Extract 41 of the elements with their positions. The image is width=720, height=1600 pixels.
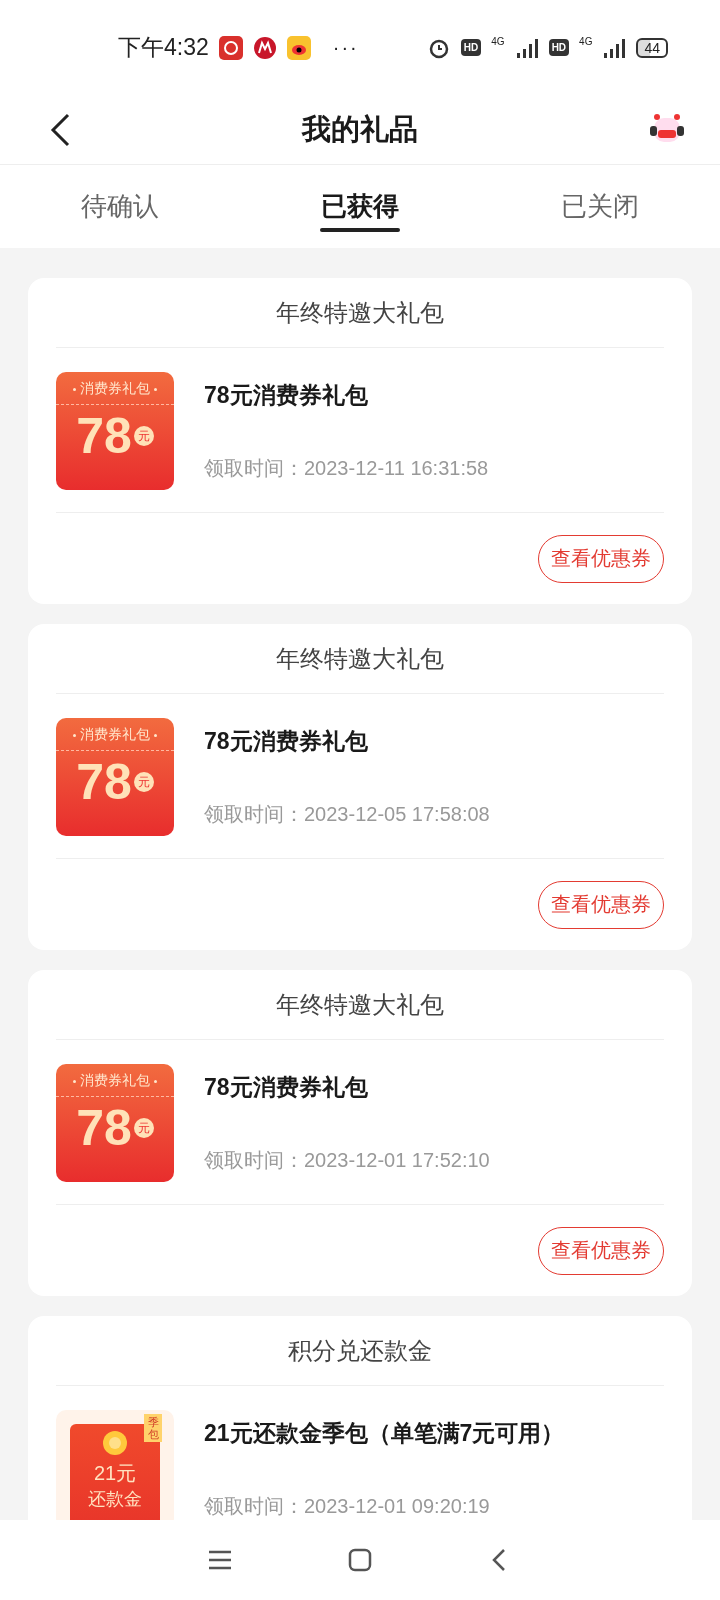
claim-time: 领取时间：2023-12-05 17:58:08 <box>204 802 490 827</box>
badge-amount: 78 <box>76 1103 132 1153</box>
tab[interactable]: 已关闭 <box>480 165 720 248</box>
view-coupon-button[interactable]: 查看优惠券 <box>538 1226 664 1275</box>
badge-label: 消费券礼包 <box>80 1072 150 1090</box>
badge-unit: 元 <box>133 1118 154 1138</box>
badge-label: 消费券礼包 <box>80 380 150 398</box>
badge-unit: 元 <box>133 426 154 446</box>
gift-name: 78元消费券礼包 <box>204 381 369 410</box>
claim-time: 领取时间：2023-12-01 09:20:19 <box>204 1494 491 1519</box>
badge-unit: 元 <box>133 772 154 792</box>
battery-indicator: 44 <box>636 37 668 58</box>
badge-tag: 季包 <box>144 1414 162 1443</box>
gift-name: 78元消费券礼包 <box>204 727 369 756</box>
page-title: 我的礼品 <box>302 111 418 147</box>
network-label: 4G <box>491 36 505 47</box>
back-icon[interactable] <box>48 111 72 148</box>
claim-time: 领取时间：2023-12-01 17:52:10 <box>204 1148 490 1173</box>
badge-amount: 78 <box>76 757 132 807</box>
badge-amount: 78 <box>76 411 132 461</box>
eye-app-icon <box>286 35 311 60</box>
gift-name: 21元还款金季包（单笔满7元可用） <box>204 1419 565 1448</box>
tab[interactable]: 待确认 <box>0 165 240 248</box>
badge-label: 消费券礼包 <box>80 726 150 744</box>
status-time: 下午4:32 <box>118 33 209 62</box>
gift-group-title: 年终特邀大礼包 <box>56 624 664 694</box>
gift-name: 78元消费券礼包 <box>204 1073 369 1102</box>
more-notifications: ··· <box>332 36 359 59</box>
claim-time: 领取时间：2023-12-11 16:31:58 <box>204 456 489 481</box>
gift-group-title: 年终特邀大礼包 <box>56 970 664 1040</box>
coin-icon <box>102 1430 128 1456</box>
badge-label: 还款金 <box>88 1488 142 1511</box>
view-coupon-button[interactable]: 查看优惠券 <box>538 880 664 929</box>
gift-group-title: 年终特邀大礼包 <box>56 278 664 348</box>
gift-group-title: 积分兑还款金 <box>56 1316 664 1386</box>
view-coupon-button[interactable]: 查看优惠券 <box>538 534 664 583</box>
badge-amount: 21元 <box>93 1461 137 1486</box>
hd-label: HD <box>548 39 570 56</box>
tab[interactable]: 已获得 <box>240 165 480 248</box>
network-label: 4G <box>579 36 593 47</box>
hd-label: HD <box>460 39 482 56</box>
